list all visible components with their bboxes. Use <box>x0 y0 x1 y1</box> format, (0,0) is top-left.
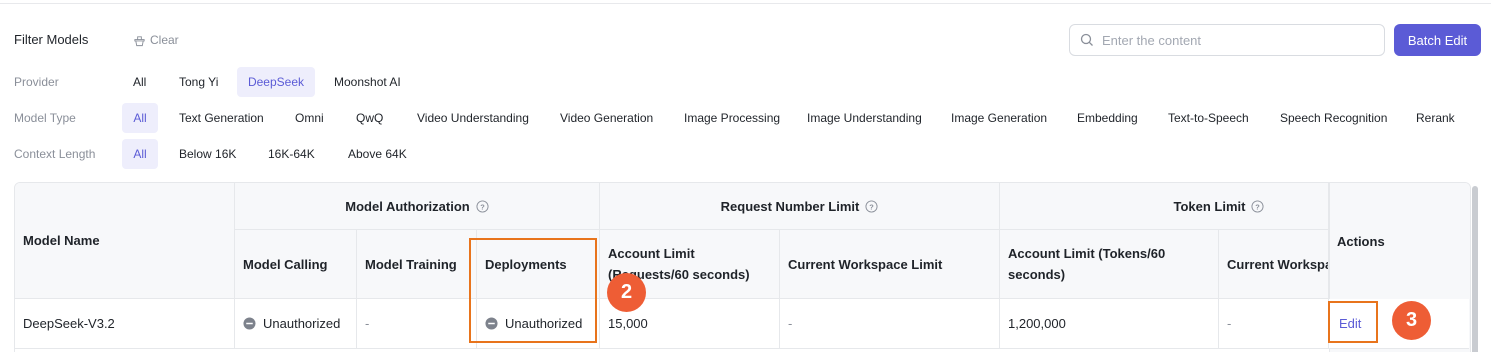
help-icon[interactable]: ? <box>1251 199 1265 213</box>
callout-badge-3: 3 <box>1392 301 1431 340</box>
col-req-workspace-limit: Current Workspace Limit <box>780 230 1000 299</box>
cell-tok-account-limit: 1,200,000 <box>1000 299 1219 349</box>
context-chip-below-16k[interactable]: Below 16K <box>171 139 244 169</box>
search-field[interactable] <box>1069 24 1385 56</box>
provider-chip-tongyi[interactable]: Tong Yi <box>171 67 226 97</box>
model-type-chip-image-processing[interactable]: Image Processing <box>676 103 788 133</box>
model-type-chip-image-understanding[interactable]: Image Understanding <box>799 103 930 133</box>
cell-tok-workspace-limit: - <box>1219 299 1329 349</box>
help-icon[interactable]: ? <box>476 199 489 213</box>
search-input[interactable] <box>1102 32 1382 48</box>
context-chip-all[interactable]: All <box>122 139 158 169</box>
col-tok-workspace-limit: Current Workspace Limit <box>1219 230 1329 299</box>
svg-text:?: ? <box>1256 202 1261 211</box>
callout-badge-2: 2 <box>607 273 646 312</box>
model-authorization-header: Model Authorization <box>345 198 470 214</box>
top-divider <box>0 3 1491 4</box>
clear-label: Clear <box>150 33 179 47</box>
provider-chip-deepseek[interactable]: DeepSeek <box>237 67 315 97</box>
minus-circle-icon <box>243 317 256 330</box>
col-group-token-limit: Token Limit ? <box>1000 183 1329 230</box>
provider-chip-all[interactable]: All <box>125 67 154 97</box>
col-model-name: Model Name <box>15 183 235 299</box>
svg-text:?: ? <box>480 202 485 211</box>
callout-box-edit <box>1328 301 1378 343</box>
model-type-label: Model Type <box>14 111 76 125</box>
col-actions: Actions <box>1337 233 1385 249</box>
batch-edit-button[interactable]: Batch Edit <box>1394 24 1481 56</box>
model-type-chip-speech-recognition[interactable]: Speech Recognition <box>1272 103 1395 133</box>
clear-button[interactable]: Clear <box>133 33 179 47</box>
models-table: Model Name Model Authorization ? Request… <box>14 182 1471 352</box>
vertical-scrollbar[interactable] <box>1472 186 1478 352</box>
model-type-chip-video-understanding[interactable]: Video Understanding <box>409 103 537 133</box>
token-limit-header: Token Limit <box>1173 198 1246 214</box>
cell-model-calling: Unauthorized <box>235 299 357 349</box>
search-icon <box>1080 33 1093 46</box>
context-length-label: Context Length <box>14 147 96 161</box>
model-type-chip-image-generation[interactable]: Image Generation <box>943 103 1055 133</box>
model-type-chip-all[interactable]: All <box>122 103 158 133</box>
col-tok-account-limit: Account Limit (Tokens/60 seconds) <box>1000 230 1219 299</box>
cell-req-workspace-limit: - <box>780 299 1000 349</box>
cell-model-name: DeepSeek-V3.2 <box>15 299 235 349</box>
callout-box-deployments <box>469 238 597 343</box>
model-type-chip-rerank[interactable]: Rerank <box>1408 103 1463 133</box>
context-chip-above-64k[interactable]: Above 64K <box>340 139 415 169</box>
model-type-chip-omni[interactable]: Omni <box>287 103 332 133</box>
filter-models-title: Filter Models <box>14 32 89 47</box>
model-type-chip-text-to-speech[interactable]: Text-to-Speech <box>1160 103 1257 133</box>
provider-chip-moonshot[interactable]: Moonshot AI <box>326 67 409 97</box>
col-group-model-authorization: Model Authorization ? <box>235 183 600 230</box>
broom-icon <box>134 35 145 46</box>
col-group-request-limit: Request Number Limit ? <box>600 183 1000 230</box>
status-text: Unauthorized <box>263 316 341 331</box>
model-type-chip-qwq[interactable]: QwQ <box>348 103 391 133</box>
model-type-chip-text-generation[interactable]: Text Generation <box>171 103 272 133</box>
col-model-training: Model Training <box>357 230 477 299</box>
col-model-calling: Model Calling <box>235 230 357 299</box>
model-type-chip-embedding[interactable]: Embedding <box>1069 103 1146 133</box>
svg-text:?: ? <box>870 202 875 211</box>
help-icon[interactable]: ? <box>865 199 878 213</box>
model-type-chip-video-generation[interactable]: Video Generation <box>552 103 661 133</box>
cell-model-training: - <box>357 299 477 349</box>
request-limit-header: Request Number Limit <box>720 198 860 214</box>
context-chip-16k-64k[interactable]: 16K-64K <box>260 139 323 169</box>
provider-label: Provider <box>14 75 59 89</box>
